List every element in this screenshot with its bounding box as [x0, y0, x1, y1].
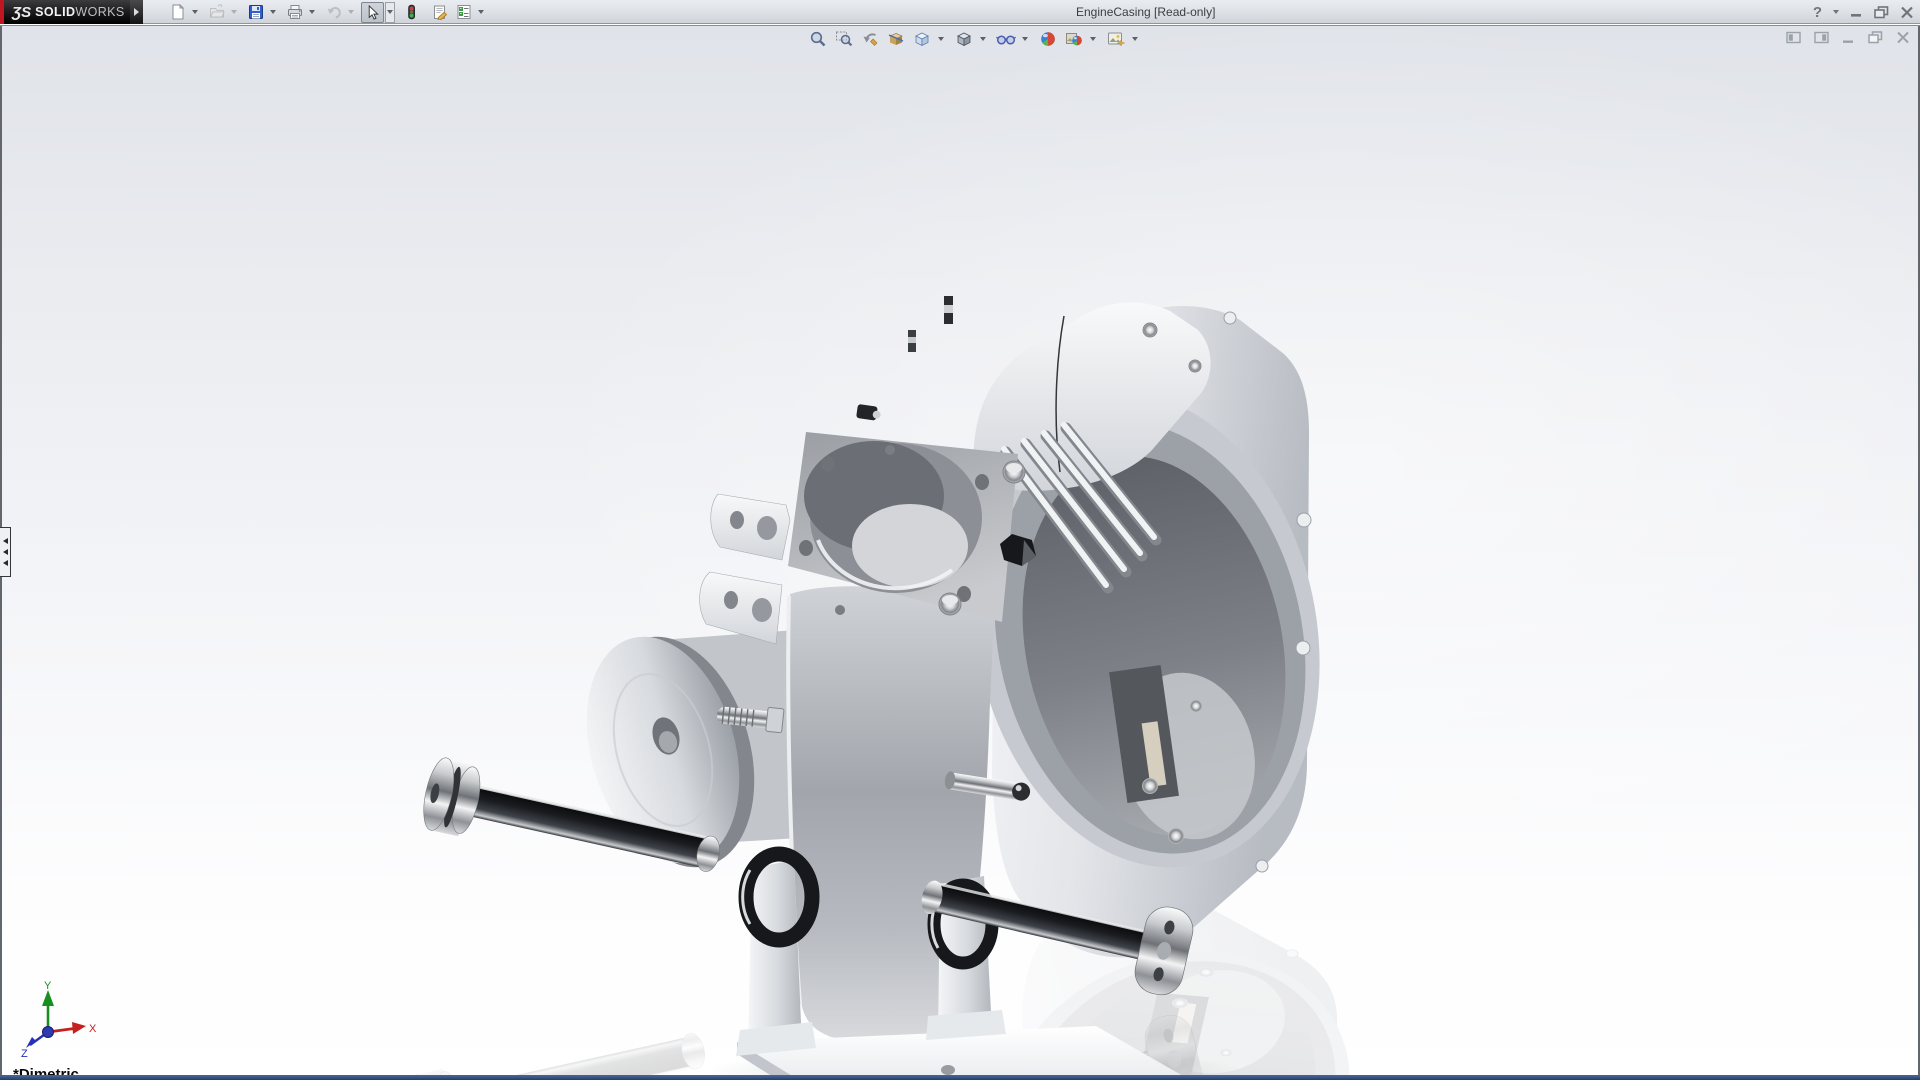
undo-button[interactable]	[322, 2, 345, 23]
help-dropdown[interactable]	[1833, 10, 1839, 14]
zoom-to-fit-button[interactable]	[806, 28, 829, 50]
new-document-button[interactable]	[166, 2, 189, 23]
triad-x-label: X	[89, 1023, 97, 1035]
view-settings-icon	[1107, 30, 1125, 48]
toggle-left-pane-icon[interactable]	[1786, 31, 1801, 44]
hide-show-items-button[interactable]	[994, 28, 1017, 50]
file-properties-icon	[432, 4, 448, 20]
featuremanager-flyout-tab[interactable]	[0, 527, 11, 577]
previous-view-button[interactable]	[858, 28, 881, 50]
save-floppy-icon	[248, 4, 264, 20]
standard-toolbar	[166, 0, 490, 24]
options-dropdown[interactable]	[476, 2, 486, 23]
edit-appearance-button[interactable]	[1036, 28, 1059, 50]
document-title: EngineCasing [Read-only]	[1076, 0, 1215, 24]
open-folder-icon	[209, 4, 225, 20]
view-orientation-dropdown[interactable]	[936, 28, 946, 50]
section-view-icon	[887, 30, 905, 48]
triad-z-label: Z	[21, 1048, 28, 1058]
solidworks-logo-mark: ƷS	[12, 4, 31, 21]
open-button[interactable]	[205, 2, 228, 23]
display-style-button[interactable]	[952, 28, 975, 50]
zoom-to-fit-icon	[809, 30, 827, 48]
menu-expand-chevron[interactable]	[130, 0, 143, 24]
chevron-right-icon	[134, 8, 139, 16]
select-arrow-icon	[365, 5, 380, 20]
solidworks-logo-light: WORKS	[75, 5, 124, 19]
undo-icon	[326, 4, 342, 20]
close-button[interactable]	[1900, 6, 1914, 19]
solidworks-logo[interactable]: ƷS SOLIDWORKS	[4, 0, 130, 24]
apply-scene-icon	[1065, 30, 1083, 48]
previous-view-icon	[861, 30, 879, 48]
new-document-icon	[170, 4, 186, 20]
options-button[interactable]	[452, 2, 475, 23]
save-button[interactable]	[244, 2, 267, 23]
display-style-dropdown[interactable]	[978, 28, 988, 50]
view-orientation-icon	[913, 30, 931, 48]
view-settings-dropdown[interactable]	[1130, 28, 1140, 50]
document-window-controls	[1786, 31, 1910, 44]
zoom-to-area-button[interactable]	[832, 28, 855, 50]
print-icon	[287, 4, 303, 20]
view-orientation-button[interactable]	[910, 28, 933, 50]
titlebar: ƷS SOLIDWORKS	[0, 0, 1920, 24]
toggle-right-pane-icon[interactable]	[1814, 31, 1829, 44]
status-bar-edge	[0, 1075, 1920, 1080]
select-tool-button[interactable]	[361, 2, 384, 23]
section-view-button[interactable]	[884, 28, 907, 50]
minimize-button[interactable]	[1850, 6, 1863, 18]
viewport-frame-top	[0, 25, 1920, 26]
edit-appearance-sphere-icon	[1039, 30, 1057, 48]
print-dropdown[interactable]	[307, 2, 317, 23]
solidworks-logo-bold: SOLID	[35, 5, 75, 19]
display-style-icon	[955, 30, 973, 48]
collapse-arrow-icon	[3, 549, 8, 555]
help-icon[interactable]: ?	[1813, 4, 1822, 21]
titlebar-controls: ?	[1813, 0, 1914, 24]
print-button[interactable]	[283, 2, 306, 23]
save-dropdown[interactable]	[268, 2, 278, 23]
restore-button[interactable]	[1874, 6, 1889, 19]
apply-scene-button[interactable]	[1062, 28, 1085, 50]
heads-up-view-toolbar	[806, 28, 1143, 50]
doc-restore-button[interactable]	[1868, 31, 1883, 44]
rebuild-traffic-light-icon	[404, 4, 419, 20]
view-settings-button[interactable]	[1104, 28, 1127, 50]
doc-close-button[interactable]	[1896, 31, 1910, 44]
collapse-arrow-icon	[3, 560, 8, 566]
graphics-area[interactable]: Z Y X *Dimetric	[0, 25, 1920, 1080]
select-tool-dropdown[interactable]	[385, 2, 395, 23]
zoom-to-area-icon	[835, 30, 853, 48]
collapse-arrow-icon	[3, 538, 8, 544]
engine-casing-model[interactable]	[0, 25, 1920, 1080]
open-dropdown[interactable]	[229, 2, 239, 23]
new-document-dropdown[interactable]	[190, 2, 200, 23]
file-properties-button[interactable]	[428, 2, 451, 23]
options-checklist-icon	[456, 4, 472, 20]
apply-scene-dropdown[interactable]	[1088, 28, 1098, 50]
undo-dropdown[interactable]	[346, 2, 356, 23]
orientation-triad: Z Y X	[14, 980, 98, 1058]
hide-show-items-glasses-icon	[996, 30, 1016, 48]
hide-show-items-dropdown[interactable]	[1020, 28, 1030, 50]
rebuild-button[interactable]	[400, 2, 423, 23]
doc-minimize-button[interactable]	[1842, 32, 1855, 44]
triad-y-label: Y	[44, 980, 52, 992]
